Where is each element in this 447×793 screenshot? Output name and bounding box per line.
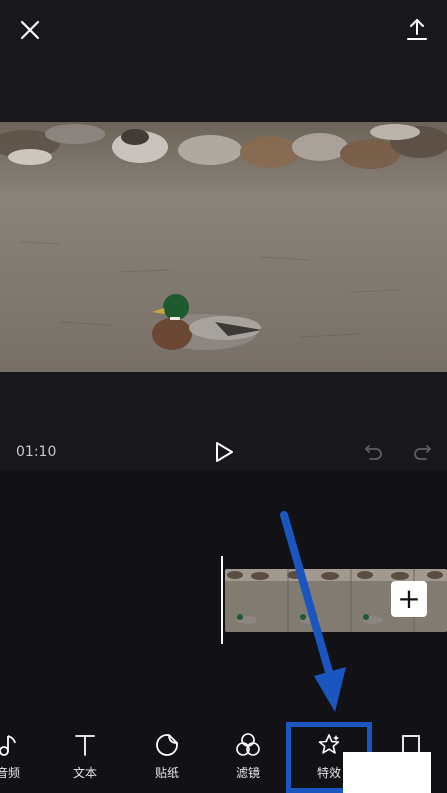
sticker-icon [156, 734, 178, 756]
export-upload-icon [407, 19, 427, 40]
tool-audio-label: 音频 [0, 766, 20, 780]
player-controls: 01:10 [0, 432, 447, 472]
redaction-patch [343, 752, 431, 793]
video-frame-image [0, 122, 447, 372]
filter-circles-icon [236, 733, 260, 756]
add-clip-button[interactable]: + [391, 581, 427, 617]
tool-sticker[interactable]: 贴纸 [137, 732, 197, 792]
export-button[interactable] [401, 14, 433, 46]
play-icon [216, 442, 233, 462]
effects-star-icon [318, 734, 340, 754]
tool-text[interactable]: 文本 [55, 732, 115, 792]
undo-button[interactable] [362, 440, 384, 462]
video-preview[interactable] [0, 122, 447, 372]
tool-sticker-label: 贴纸 [154, 766, 179, 780]
close-icon [20, 20, 40, 40]
tool-filter-label: 滤镜 [235, 766, 260, 780]
tool-filter[interactable]: 滤镜 [218, 732, 278, 792]
music-note-icon [0, 735, 16, 756]
playhead[interactable] [221, 556, 223, 644]
text-t-icon [75, 735, 95, 756]
close-button[interactable] [14, 14, 46, 46]
play-button[interactable] [212, 440, 236, 464]
redo-icon [414, 445, 431, 460]
top-bar [0, 0, 447, 60]
tool-audio[interactable]: 音频 [0, 732, 38, 792]
timecode: 01:10 [16, 444, 57, 460]
redo-button[interactable] [412, 440, 434, 462]
tool-text-label: 文本 [72, 766, 97, 780]
undo-icon [365, 445, 382, 460]
